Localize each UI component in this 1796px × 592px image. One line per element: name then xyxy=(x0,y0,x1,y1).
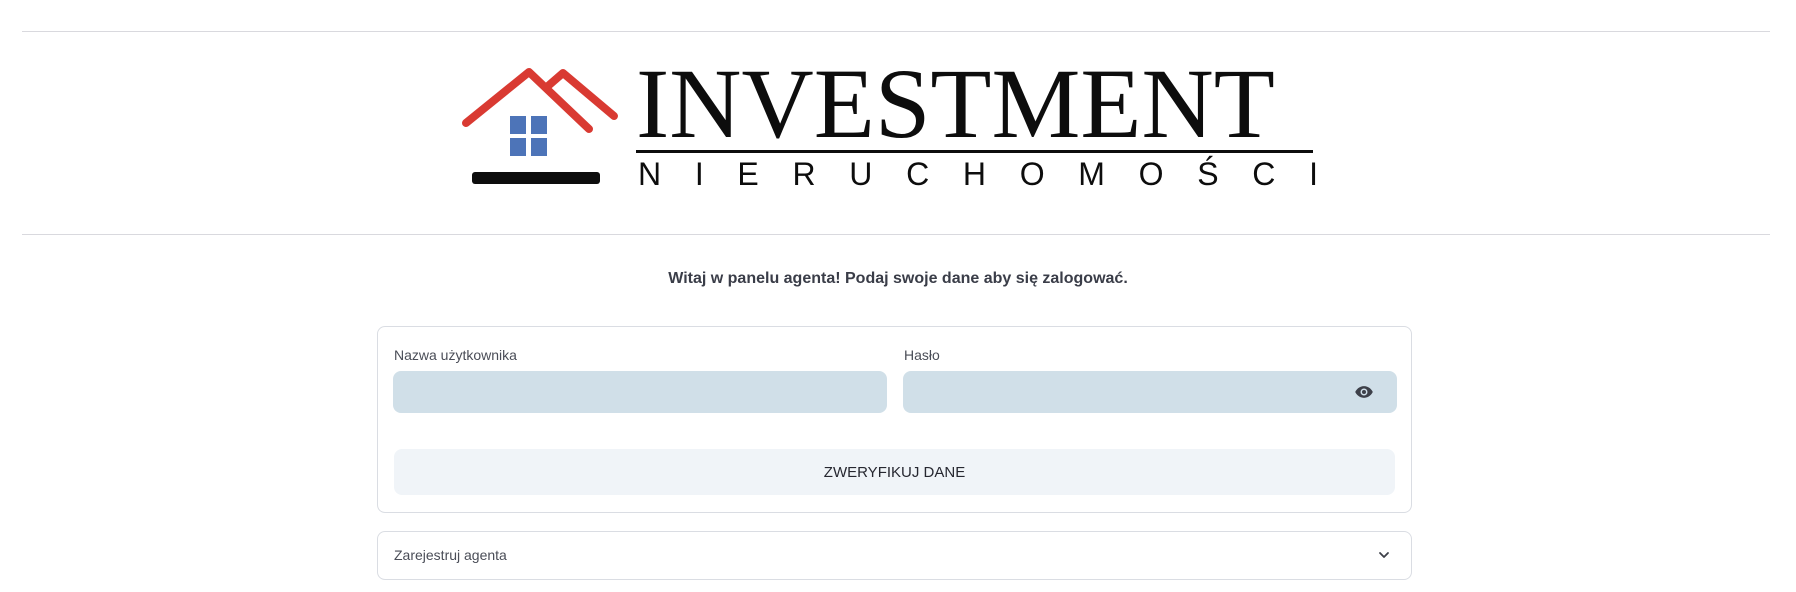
password-label: Hasło xyxy=(904,347,940,363)
tagline-letter: I xyxy=(1309,156,1318,192)
house-logo-icon xyxy=(462,68,618,184)
username-input[interactable] xyxy=(393,371,887,413)
tagline-letter: H xyxy=(962,156,986,192)
tagline-letter: M xyxy=(1078,156,1105,192)
tagline-letter: U xyxy=(849,156,873,192)
tagline-letter: I xyxy=(694,156,704,192)
login-page: INVESTMENT N I E R U C H O M O Ś C I Wit… xyxy=(0,0,1796,592)
username-label: Nazwa użytkownika xyxy=(394,347,517,363)
header-divider xyxy=(22,234,1770,235)
tagline-letter: N xyxy=(638,156,662,192)
tagline-letter: O xyxy=(1019,156,1045,192)
password-input[interactable] xyxy=(903,371,1397,413)
verify-button[interactable]: ZWERYFIKUJ DANE xyxy=(394,449,1395,495)
brand-logo: INVESTMENT N I E R U C H O M O Ś C I xyxy=(460,54,1340,195)
tagline-letter: O xyxy=(1138,156,1164,192)
brand-tagline: N I E R U C H O M O Ś C I xyxy=(638,154,1318,194)
login-form: Nazwa użytkownika Hasło ZWERYFIKUJ DANE xyxy=(377,326,1412,513)
register-agent-expander[interactable]: Zarejestruj agenta xyxy=(377,531,1412,580)
tagline-letter: Ś xyxy=(1197,156,1219,192)
register-agent-label: Zarejestruj agenta xyxy=(394,547,507,563)
top-divider xyxy=(22,31,1770,32)
chevron-down-icon xyxy=(1379,552,1389,558)
tagline-letter: E xyxy=(737,156,759,192)
tagline-letter: R xyxy=(792,156,816,192)
tagline-letter: C xyxy=(906,156,930,192)
tagline-letter: C xyxy=(1252,156,1276,192)
welcome-message: Witaj w panelu agenta! Podaj swoje dane … xyxy=(668,270,1128,287)
brand-underline xyxy=(636,150,1313,153)
brand-name: INVESTMENT xyxy=(636,48,1275,159)
eye-icon[interactable] xyxy=(1353,382,1375,402)
